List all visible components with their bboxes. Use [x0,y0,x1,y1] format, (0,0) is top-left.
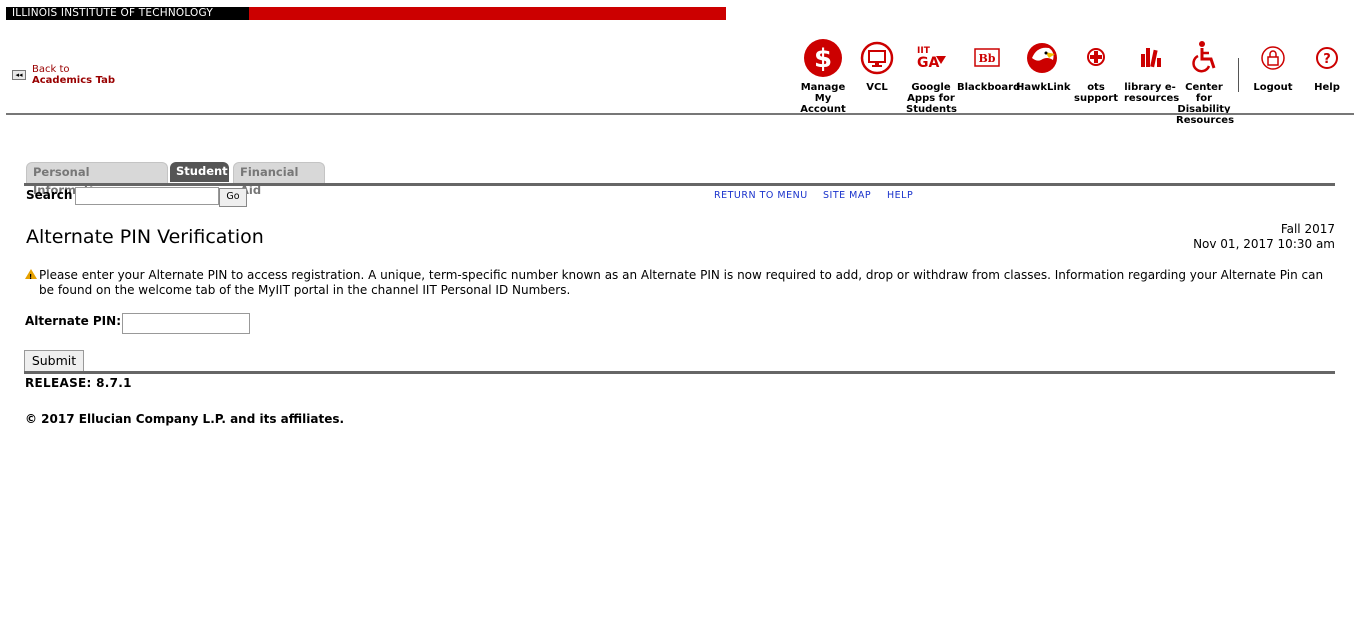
nav-help[interactable]: ? Help [1306,38,1348,93]
footer-divider [24,371,1335,374]
blackboard-icon[interactable]: Bb [970,38,1004,78]
help-link[interactable]: HELP [887,190,913,201]
back-arrow-icon[interactable]: ◂◂ [12,70,26,80]
alternate-pin-input[interactable] [122,313,250,334]
svg-text:?: ? [1323,52,1331,67]
tab-financial-aid[interactable]: Financial Aid [233,162,325,197]
nav-manage-my-account[interactable]: $ Manage My Account [800,38,846,115]
svg-text:Bb: Bb [979,52,996,65]
header-divider [6,113,1354,115]
nav-logout[interactable]: Logout [1250,38,1296,93]
site-map-link[interactable]: SITE MAP [823,190,871,201]
nav-divider [1238,58,1239,92]
support-cross-icon[interactable] [1079,38,1113,78]
search-label: Search [26,188,73,202]
nav-hawklink[interactable]: HawkLink [1016,38,1071,93]
svg-text:$: $ [814,44,832,74]
monitor-icon[interactable] [860,38,894,78]
iit-banner: ILLINOIS INSTITUTE OF TECHNOLOGY [6,7,726,20]
datetime-label: Nov 01, 2017 10:30 am [1193,236,1335,251]
svg-text:GA: GA [917,55,939,71]
term-info: Fall 2017 Nov 01, 2017 10:30 am [1193,222,1335,251]
help-icon[interactable]: ? [1310,38,1344,78]
banner-black-strip: ILLINOIS INSTITUTE OF TECHNOLOGY [6,7,249,20]
nav-google-apps[interactable]: IIT GA Google Apps for Students [906,38,957,115]
alternate-pin-label: Alternate PIN: [25,314,121,328]
lock-icon[interactable] [1256,38,1290,78]
release-label: RELEASE: 8.7.1 [25,376,132,390]
info-text: Please enter your Alternate PIN to acces… [39,268,1324,297]
back-link-line2[interactable]: Academics Tab [32,75,115,86]
dollar-icon[interactable]: $ [804,38,842,78]
term-label: Fall 2017 [1280,222,1335,236]
hawk-icon[interactable] [1025,38,1059,78]
back-link-line1[interactable]: Back to [32,64,70,75]
nav-ots-support[interactable]: ots support [1074,38,1118,104]
page-title: Alternate PIN Verification [26,226,264,248]
banner-title: ILLINOIS INSTITUTE OF TECHNOLOGY [12,7,213,19]
nav-blackboard[interactable]: Bb Blackboard [957,38,1020,93]
tab-student[interactable]: Student [170,162,229,182]
tab-underline [24,183,1335,186]
wheelchair-icon[interactable] [1187,38,1221,78]
return-to-menu-link[interactable]: RETURN TO MENU [714,190,808,201]
nav-vcl[interactable]: VCL [858,38,896,93]
library-books-icon[interactable] [1133,38,1167,78]
tab-personal-information[interactable]: Personal Information [26,162,168,197]
search-input[interactable] [75,187,219,205]
google-apps-icon[interactable]: IIT GA [914,38,948,78]
nav-library-e-resources[interactable]: library e-resources [1124,38,1179,104]
warning-icon [25,269,37,285]
info-message: Please enter your Alternate PIN to acces… [25,268,1335,298]
go-button[interactable]: Go [219,188,247,207]
submit-button[interactable]: Submit [24,350,84,372]
copyright-label: © 2017 Ellucian Company L.P. and its aff… [25,412,345,426]
